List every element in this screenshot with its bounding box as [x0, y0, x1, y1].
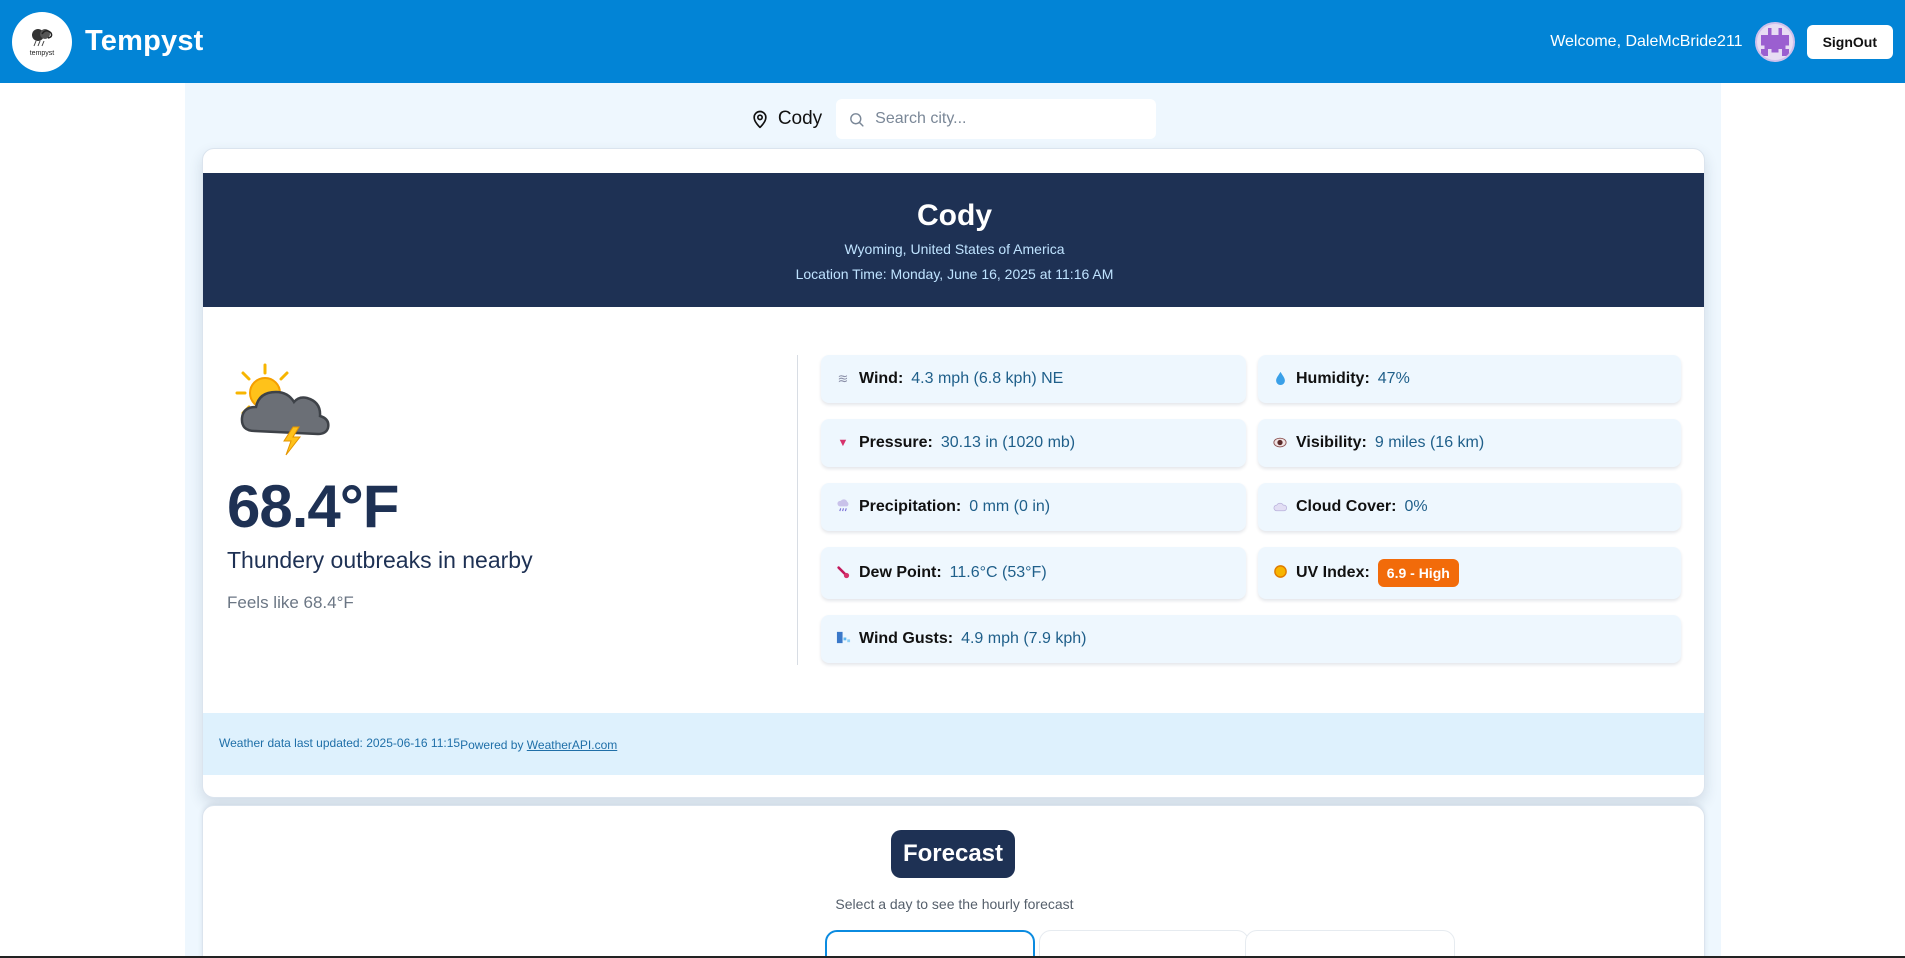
forecast-subtitle: Select a day to see the hourly forecast — [835, 896, 1074, 912]
current-location: Cody — [750, 108, 822, 130]
droplet-icon — [1272, 371, 1288, 388]
forecast-day-tab[interactable] — [1039, 930, 1249, 958]
thermometer-icon — [835, 565, 851, 582]
city-name: Cody — [917, 199, 992, 232]
stat-value: 30.13 in (1020 mb) — [940, 434, 1076, 451]
gust-icon — [835, 630, 851, 648]
stat-humidity: Humidity: 47% — [1258, 355, 1681, 403]
region-text: Wyoming, United States of America — [844, 241, 1065, 257]
stat-label: Precipitation: — [859, 498, 962, 515]
eye-icon — [1272, 436, 1288, 451]
stat-value: 0 mm (0 in) — [969, 498, 1051, 515]
stat-wind: ≋ Wind: 4.3 mph (6.8 kph) NE — [821, 355, 1246, 403]
search-input[interactable] — [875, 110, 1136, 128]
welcome-text: Welcome, DaleMcBride211 — [1550, 32, 1743, 50]
brand-name[interactable]: Tempyst — [85, 25, 204, 58]
stat-wind-gusts: Wind Gusts: 4.9 mph (7.9 kph) — [821, 615, 1681, 663]
brand[interactable]: tempyst Tempyst — [12, 11, 204, 72]
stat-label: UV Index: — [1296, 564, 1370, 581]
search-bar: Cody — [185, 83, 1721, 153]
user-area: Welcome, DaleMcBride211 SignOut — [1550, 21, 1893, 62]
stat-precipitation: Precipitation: 0 mm (0 in) — [821, 483, 1246, 531]
divider — [797, 355, 798, 665]
feels-like: Feels like 68.4°F — [227, 593, 354, 612]
weatherapi-link[interactable]: WeatherAPI.com — [527, 738, 617, 752]
condition-text: Thundery outbreaks in nearby — [227, 547, 533, 573]
sun-icon — [1272, 564, 1288, 582]
stat-label: Dew Point: — [859, 564, 942, 581]
thunderstorm-sun-icon — [235, 363, 330, 456]
location-banner: Cody Wyoming, United States of America L… — [203, 173, 1704, 307]
temperature: 68.4°F — [227, 473, 399, 540]
stat-label: Visibility: — [1296, 434, 1367, 451]
rain-cloud-icon — [835, 499, 851, 515]
card-footer: Weather data last updated: 2025-06-16 11… — [203, 713, 1704, 775]
powered-by-text: Powered by — [460, 738, 527, 752]
forecast-day-tab[interactable] — [825, 930, 1035, 958]
stat-label: Wind: — [859, 370, 904, 387]
logo-text: tempyst — [29, 50, 55, 57]
storm-logo-icon — [32, 29, 53, 47]
stat-dew-point: Dew Point: 11.6°C (53°F) — [821, 547, 1246, 599]
app-logo[interactable]: tempyst — [12, 11, 72, 72]
stat-label: Cloud Cover: — [1296, 498, 1397, 515]
avatar[interactable] — [1754, 21, 1795, 62]
wind-icon: ≋ — [837, 371, 849, 386]
signout-button[interactable]: SignOut — [1806, 24, 1893, 59]
user-avatar-icon — [1760, 27, 1789, 56]
stat-label: Wind Gusts: — [859, 630, 954, 647]
current-conditions: 68.4°F Thundery outbreaks in nearby Feel… — [227, 361, 787, 613]
stat-value: 47% — [1377, 370, 1410, 387]
stat-visibility: Visibility: 9 miles (16 km) — [1258, 419, 1681, 467]
cloud-icon — [1272, 500, 1288, 515]
stat-value: 11.6°C (53°F) — [949, 564, 1047, 581]
current-weather-card: Cody Wyoming, United States of America L… — [202, 148, 1705, 798]
stat-value: 4.3 mph (6.8 kph) NE — [911, 370, 1064, 387]
map-pin-icon — [753, 110, 767, 129]
last-updated: Weather data last updated: 2025-06-16 11… — [219, 736, 461, 750]
powered-by: Powered by WeatherAPI.com — [460, 738, 617, 752]
current-location-label: Cody — [777, 108, 823, 129]
stat-value: 0% — [1404, 498, 1428, 515]
stat-label: Pressure: — [859, 434, 933, 451]
location-time: Location Time: Monday, June 16, 2025 at … — [795, 266, 1114, 282]
top-navbar: tempyst Tempyst Welcome, DaleMcBride211 … — [0, 0, 1905, 83]
forecast-title: Forecast — [891, 830, 1015, 878]
stat-cloud-cover: Cloud Cover: 0% — [1258, 483, 1681, 531]
stat-pressure: ▼ Pressure: 30.13 in (1020 mb) — [821, 419, 1246, 467]
forecast-card: Forecast Select a day to see the hourly … — [202, 805, 1705, 958]
stat-value: 4.9 mph (7.9 kph) — [961, 630, 1087, 647]
search-box[interactable] — [836, 99, 1157, 139]
search-icon — [850, 112, 864, 127]
triangle-down-icon: ▼ — [837, 437, 849, 449]
stat-uv-index: UV Index: 6.9 - High — [1258, 547, 1681, 599]
main-content: Cody Cody Wyoming, United States of Amer… — [185, 83, 1721, 958]
forecast-day-tab[interactable] — [1245, 930, 1455, 958]
stat-value: 9 miles (16 km) — [1374, 434, 1485, 451]
uv-badge: 6.9 - High — [1377, 559, 1459, 587]
stat-label: Humidity: — [1296, 370, 1370, 387]
